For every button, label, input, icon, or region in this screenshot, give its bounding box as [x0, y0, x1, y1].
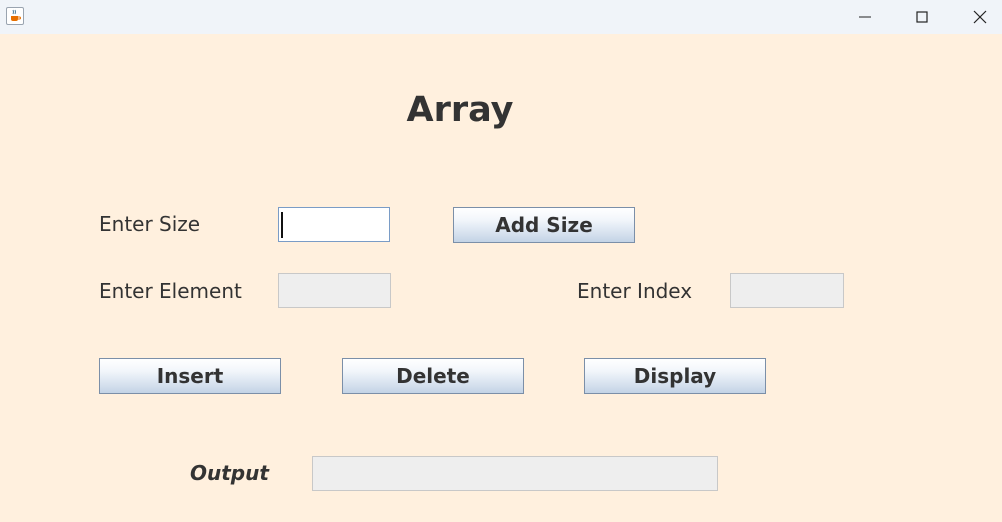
output-label: Output [190, 461, 269, 485]
page-title: Array [406, 90, 514, 130]
enter-size-label: Enter Size [99, 212, 201, 236]
element-input[interactable] [278, 273, 391, 308]
size-input[interactable] [278, 207, 390, 242]
title-bar[interactable] [0, 0, 1002, 34]
maximize-button[interactable] [894, 0, 950, 34]
text-caret [281, 212, 283, 238]
close-button[interactable] [952, 0, 1002, 34]
minimize-icon [859, 16, 871, 18]
delete-button[interactable]: Delete [342, 358, 524, 394]
index-input[interactable] [730, 273, 844, 308]
output-field[interactable] [312, 456, 718, 491]
insert-button[interactable]: Insert [99, 358, 281, 394]
form-panel: Array Enter Size Add Size Enter Element … [0, 34, 1002, 522]
app-window: Array Enter Size Add Size Enter Element … [0, 0, 1002, 522]
enter-index-label: Enter Index [577, 279, 693, 303]
minimize-button[interactable] [837, 0, 893, 34]
add-size-button[interactable]: Add Size [453, 207, 635, 243]
display-button[interactable]: Display [584, 358, 766, 394]
close-icon [973, 10, 987, 24]
maximize-icon [916, 11, 928, 23]
enter-element-label: Enter Element [99, 279, 242, 303]
java-cup-icon[interactable] [6, 7, 24, 25]
